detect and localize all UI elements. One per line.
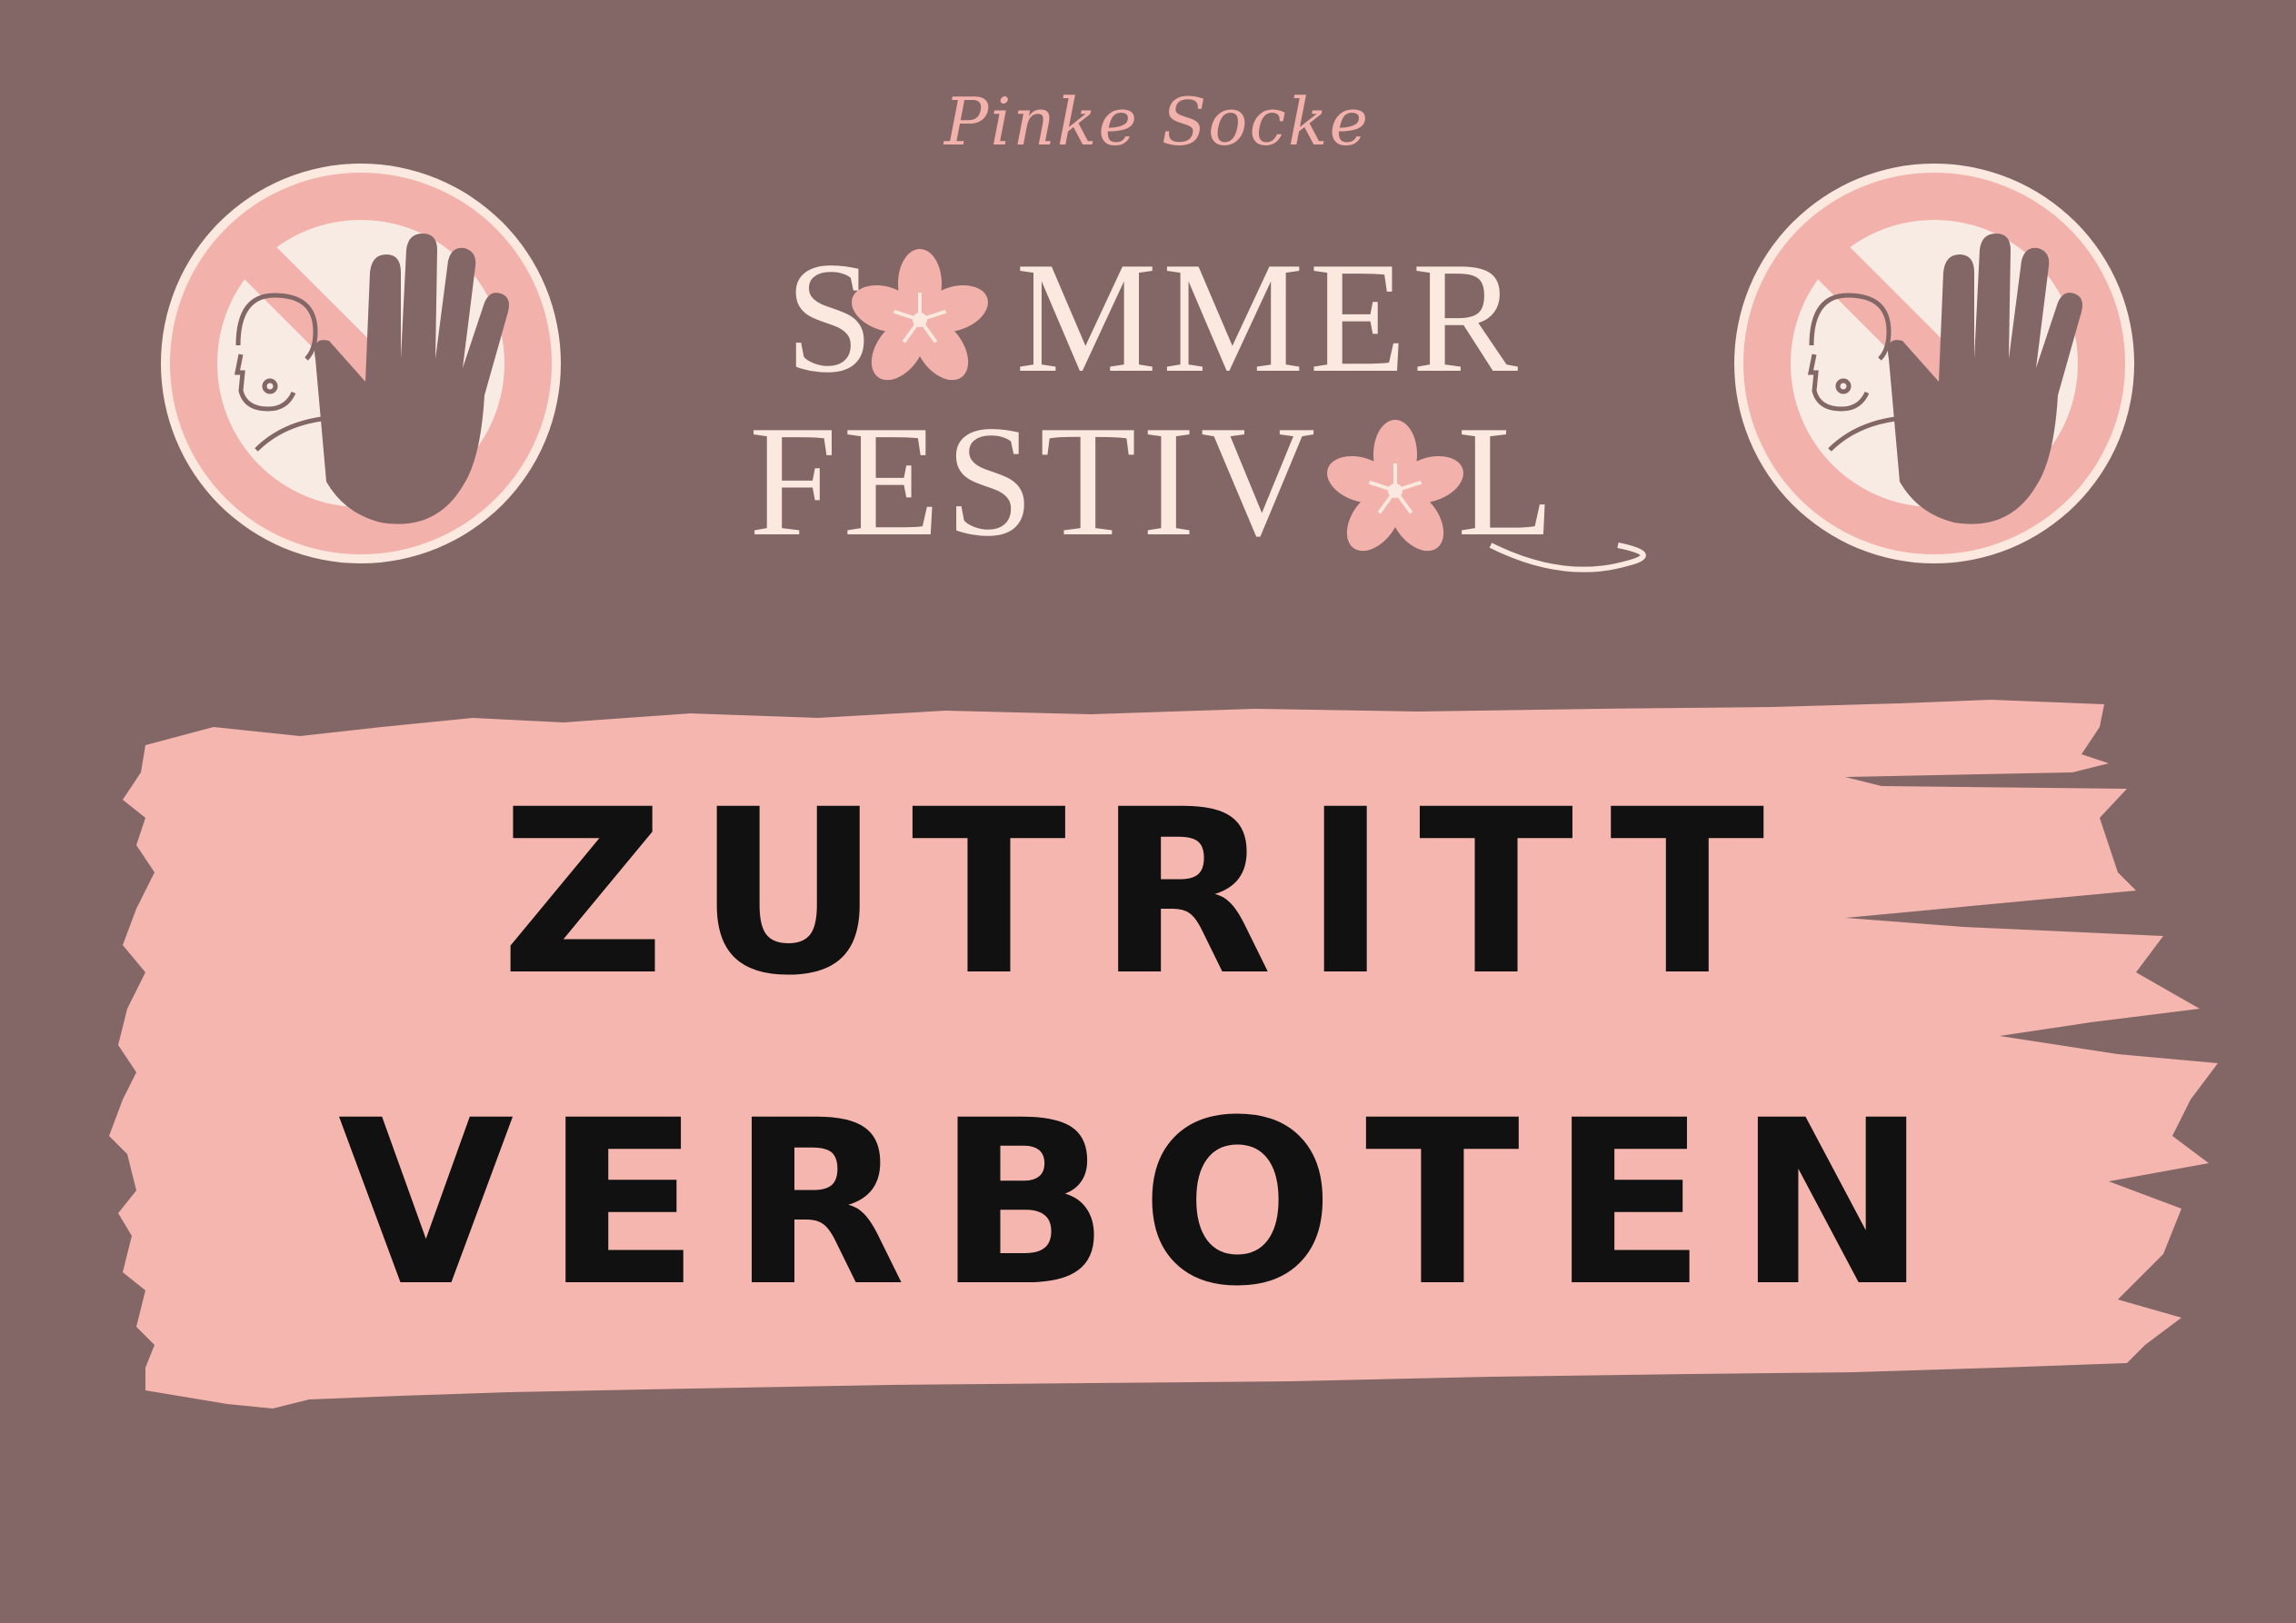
festival-line1-start: S <box>784 229 880 405</box>
festival-line2-start: FESTIV <box>748 393 1322 569</box>
festival-title-line2: FESTIV L <box>736 402 1572 561</box>
poster: Pinke Socke S MMER FESTIV L ZUTRITT VERBOT… <box>0 0 2296 1623</box>
no-entry-hand-icon-right <box>1734 164 2134 563</box>
no-entry-hand-icon-left <box>161 164 561 563</box>
festival-line2-end: L <box>1457 393 1560 569</box>
headline-line1: ZUTRITT <box>500 761 1796 1025</box>
brand-title: Pinke Socke <box>943 84 1371 160</box>
festival-line1-end: MMER <box>1015 229 1524 405</box>
headline-line2: VERBOTEN <box>337 1071 1959 1336</box>
festival-title-line1: S MMER <box>745 238 1563 397</box>
